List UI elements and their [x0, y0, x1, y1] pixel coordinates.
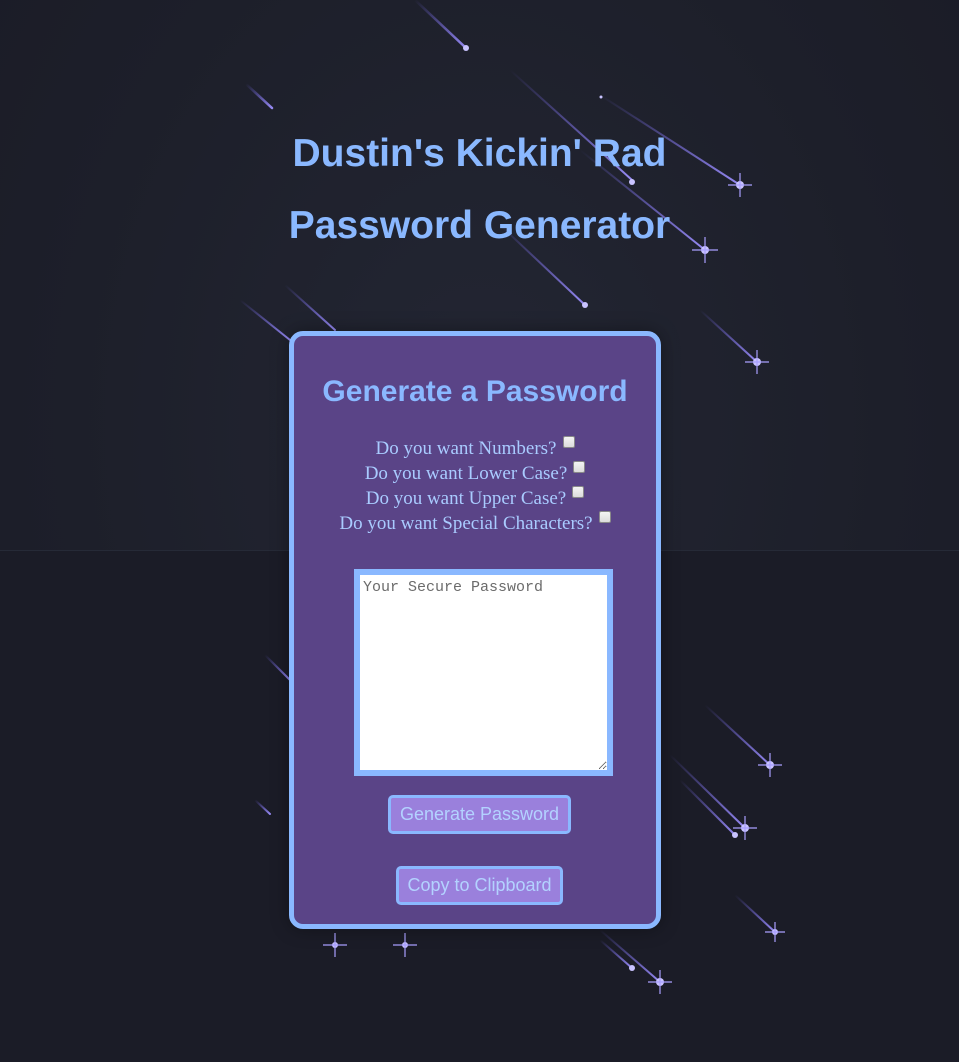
option-uppercase-label: Do you want Upper Case? [365, 488, 567, 509]
option-numbers-label: Do you want Numbers? [375, 438, 557, 459]
page-title: Dustin's Kickin' Rad Password Generator [0, 118, 959, 262]
page-title-line2: Password Generator [288, 204, 671, 247]
option-numbers: Do you want Numbers? [294, 436, 656, 461]
password-output[interactable] [354, 569, 613, 776]
uppercase-checkbox[interactable] [572, 486, 585, 498]
generate-password-button[interactable]: Generate Password [388, 795, 571, 834]
special-characters-checkbox[interactable] [598, 511, 611, 523]
generator-card: Generate a Password Do you want Numbers?… [289, 331, 661, 929]
options-list: Do you want Numbers? Do you want Lower C… [294, 436, 656, 536]
option-lowercase-label: Do you want Lower Case? [364, 463, 568, 484]
option-special-label: Do you want Special Characters? [339, 513, 593, 534]
lowercase-checkbox[interactable] [573, 461, 586, 473]
card-title: Generate a Password [322, 375, 628, 408]
numbers-checkbox[interactable] [562, 436, 575, 448]
option-lowercase: Do you want Lower Case? [294, 461, 656, 486]
page-title-line1: Dustin's Kickin' Rad [292, 132, 667, 175]
copy-to-clipboard-button[interactable]: Copy to Clipboard [396, 866, 563, 905]
option-special: Do you want Special Characters? [294, 511, 656, 536]
option-uppercase: Do you want Upper Case? [294, 486, 656, 511]
